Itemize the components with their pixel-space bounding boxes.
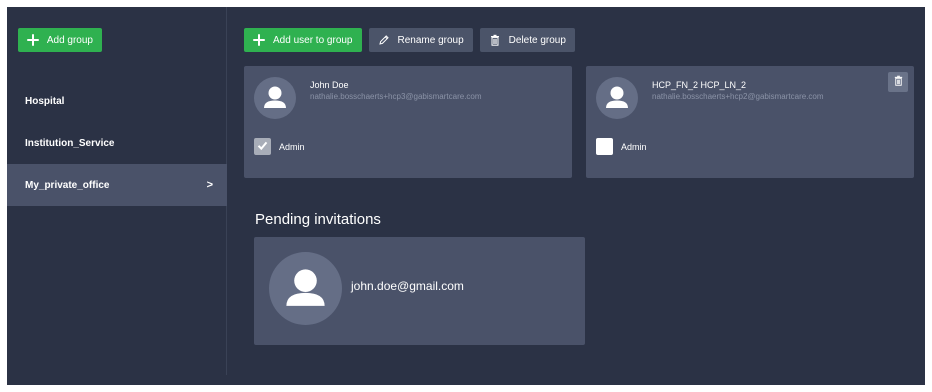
admin-checkbox[interactable] — [596, 138, 613, 155]
rename-group-button[interactable]: Rename group — [368, 28, 473, 52]
admin-label: Admin — [279, 141, 305, 152]
chevron-right-icon: > — [206, 179, 213, 191]
group-label: My_private_office — [25, 179, 110, 191]
checkmark-icon — [256, 139, 269, 154]
remove-member-button[interactable] — [888, 72, 908, 92]
add-user-to-group-button[interactable]: Add user to group — [244, 28, 362, 52]
pending-invitation-card: john.doe@gmail.com — [254, 237, 585, 345]
trash-icon — [893, 73, 904, 91]
pending-invitations-heading: Pending invitations — [255, 211, 381, 228]
admin-toggle-row: Admin — [254, 138, 305, 155]
plus-icon — [253, 34, 265, 46]
add-user-label: Add user to group — [273, 34, 353, 46]
member-email: nathalie.bosschaerts+hcp3@gabismartcare.… — [310, 92, 482, 101]
member-name: John Doe — [310, 80, 349, 90]
group-label: Institution_Service — [25, 137, 115, 149]
admin-toggle-row: Admin — [596, 138, 647, 155]
member-card: HCP_FN_2 HCP_LN_2 nathalie.bosschaerts+h… — [586, 66, 914, 178]
member-name: HCP_FN_2 HCP_LN_2 — [652, 80, 747, 90]
app-window: Add group Hospital Institution_Service M… — [7, 7, 925, 385]
rename-group-label: Rename group — [397, 34, 464, 46]
admin-label: Admin — [621, 141, 647, 152]
group-toolbar: Add user to group Rename group Delete gr… — [244, 28, 575, 52]
plus-icon — [27, 34, 39, 46]
add-group-label: Add group — [46, 34, 93, 46]
sidebar-item-hospital[interactable]: Hospital — [7, 80, 227, 122]
add-group-button[interactable]: Add group — [18, 28, 102, 52]
group-list: Hospital Institution_Service My_private_… — [7, 80, 227, 206]
admin-checkbox[interactable] — [254, 138, 271, 155]
invitation-email: john.doe@gmail.com — [351, 279, 464, 293]
group-label: Hospital — [25, 95, 65, 107]
user-icon — [269, 252, 342, 325]
trash-icon — [489, 34, 501, 46]
sidebar: Add group Hospital Institution_Service M… — [7, 7, 227, 375]
member-email: nathalie.bosschaerts+hcp2@gabismartcare.… — [652, 92, 824, 101]
user-icon — [254, 77, 296, 119]
delete-group-button[interactable]: Delete group — [479, 28, 575, 52]
user-icon — [596, 77, 638, 119]
pencil-icon — [378, 34, 390, 46]
sidebar-item-my-private-office[interactable]: My_private_office > — [7, 164, 227, 206]
delete-group-label: Delete group — [508, 34, 566, 46]
sidebar-item-institution-service[interactable]: Institution_Service — [7, 122, 227, 164]
member-card: John Doe nathalie.bosschaerts+hcp3@gabis… — [244, 66, 572, 178]
